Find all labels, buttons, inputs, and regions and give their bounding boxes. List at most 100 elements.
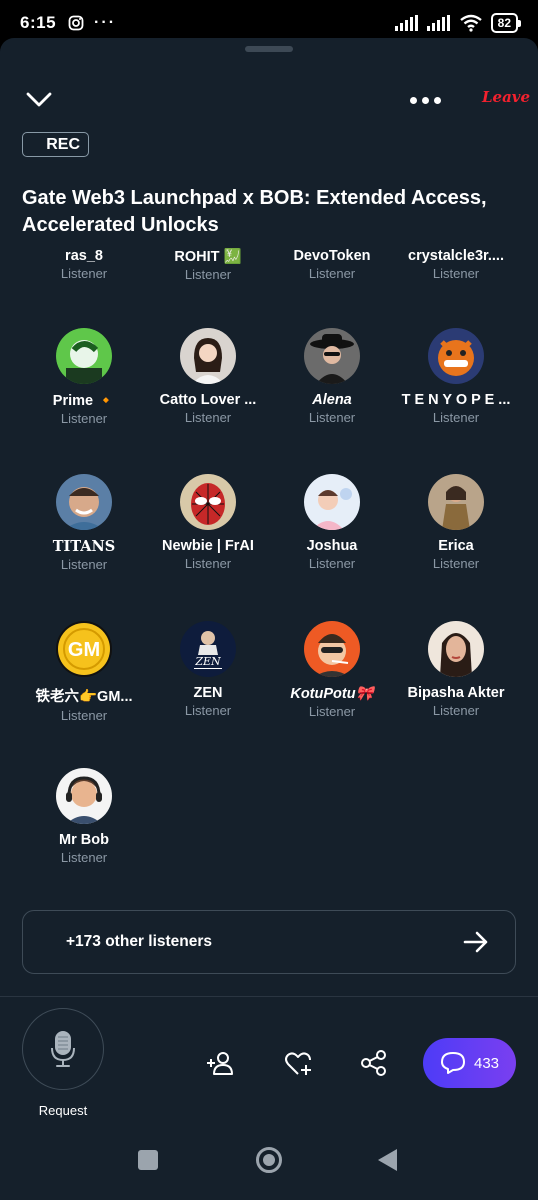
listener-card[interactable]: KotuPotu🎀 Listener [270,621,394,719]
avatar [304,474,360,530]
listener-name: crystalcle3r.... [408,248,504,264]
avatar: GM [56,621,112,677]
listener-role: Listener [308,556,356,571]
listener-name: TITANS [52,538,116,555]
listener-role: Listener [432,266,480,281]
space-topbar: Leave [0,78,538,122]
avatar [304,328,360,384]
listener-card[interactable]: Alena Listener [270,328,394,425]
listener-name: DevoToken [293,248,371,264]
instagram-icon [68,15,84,31]
avatar [304,621,360,677]
listener-card[interactable]: Catto Lover ... Listener [146,328,270,425]
listener-name: ras_8 [65,248,103,264]
dot-icon [422,96,429,104]
avatar [56,474,112,530]
listener-name: KotuPotu🎀 [290,686,374,702]
listener-name: Bipasha Akter [407,685,505,701]
listener-name: ROHIT 💹 [174,249,242,265]
chat-button[interactable]: 433 [423,1038,516,1088]
drag-handle[interactable] [245,46,293,52]
listener-name: 铁老六👉GM... [35,689,133,705]
gm-avatar-text: GM [68,639,100,661]
listener-name: T E N Y O P E ... [401,392,511,408]
avatar [428,328,484,384]
listener-role: Listener [60,266,108,281]
other-listeners-button[interactable]: +173 other listeners [22,910,516,974]
avatar [180,328,236,384]
avatar [56,768,112,824]
listener-role: Listener [60,850,108,865]
dot-icon [434,96,441,104]
listener-card[interactable]: ras_8 Listener [22,248,146,281]
divider [0,996,538,997]
listener-role: Listener [184,410,232,425]
listener-card[interactable]: Mr Bob Listener [22,768,146,865]
signal-icon-2 [426,15,450,31]
listener-card[interactable]: Prime 🔸 Listener [22,328,146,426]
listener-name: Joshua [306,538,358,554]
listener-card[interactable]: DevoToken Listener [270,248,394,281]
listener-role: Listener [308,410,356,425]
battery-indicator: 82 [490,13,522,33]
other-listeners-label: +173 other listeners [66,933,213,950]
avatar [428,621,484,677]
system-nav-bar [0,1130,538,1200]
avatar [180,474,236,530]
listener-card[interactable]: Joshua Listener [270,474,394,571]
listener-card[interactable]: Newbie | FrAI Listener [146,474,270,571]
listener-role: Listener [184,556,232,571]
listener-card[interactable]: T E N Y O P E ... Listener [394,328,518,425]
chevron-down-icon[interactable] [24,88,54,112]
listener-name: Mr Bob [59,832,109,848]
listener-role: Listener [432,556,480,571]
listener-role: Listener [432,703,480,718]
listener-name: Alena [312,392,352,408]
dot-icon [410,96,417,104]
avatar: ZEN [180,621,236,677]
listener-role: Listener [60,708,108,723]
listener-name: ZEN [193,685,223,701]
listener-role: Listener [308,266,356,281]
listener-role: Listener [60,411,108,426]
rec-badge: REC [22,132,89,157]
listener-card[interactable]: ROHIT 💹 Listener [146,248,270,282]
listener-name: Catto Lover ... [159,392,257,408]
listener-card[interactable]: TITANS Listener [22,474,146,572]
wifi-icon [459,14,482,32]
listener-role: Listener [184,267,232,282]
heart-plus-icon[interactable] [283,1048,313,1078]
microphone-icon [51,1031,75,1067]
signal-icon [394,15,418,31]
listener-role: Listener [308,704,356,719]
listener-card[interactable]: crystalcle3r.... Listener [394,248,518,281]
request-mic-button[interactable] [22,1008,104,1090]
listener-role: Listener [432,410,480,425]
arrow-right-icon [463,931,488,953]
back-icon[interactable] [378,1149,397,1171]
people-icon[interactable] [205,1048,235,1078]
listener-role: Listener [60,557,108,572]
listener-card[interactable]: GM 铁老六👉GM... Listener [22,621,146,723]
share-icon[interactable] [359,1048,389,1078]
chat-count: 433 [473,1054,500,1072]
listener-card[interactable]: Erica Listener [394,474,518,571]
listener-card[interactable]: Bipasha Akter Listener [394,621,518,718]
chat-bubble-icon [440,1052,465,1074]
space-sheet: Leave REC Gate Web3 Launchpad x BOB: Ext… [0,38,538,1200]
recents-icon[interactable] [138,1150,158,1170]
listener-role: Listener [184,703,232,718]
avatar [428,474,484,530]
listener-card[interactable]: ZEN ZEN Listener [146,621,270,718]
listener-name: Newbie | FrAI [162,538,254,554]
home-icon[interactable] [256,1147,282,1173]
space-title: Gate Web3 Launchpad x BOB: Extended Acce… [22,187,487,236]
notification-more-icon: ··· [94,14,117,31]
listener-name: Prime 🔸 [52,393,116,409]
avatar [56,328,112,384]
leave-button[interactable]: Leave [482,88,530,106]
zen-avatar-text: ZEN [194,655,221,668]
listener-name: Erica [438,538,474,554]
status-time: 6:15 [20,13,57,32]
more-options-button[interactable] [410,88,444,112]
